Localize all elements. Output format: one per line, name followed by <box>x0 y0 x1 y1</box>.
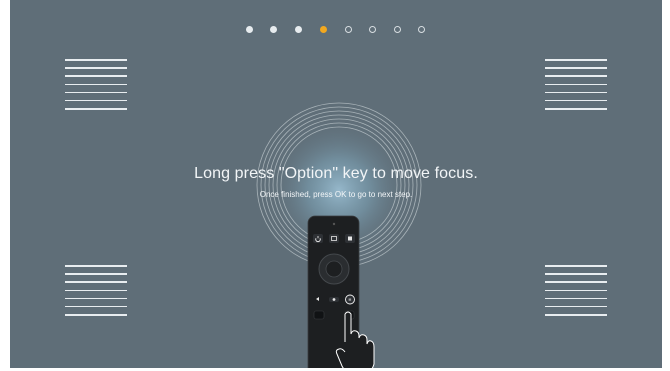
input-icon <box>329 234 339 243</box>
power-icon <box>313 234 323 243</box>
step-dot-7 <box>394 26 401 33</box>
step-dot-8 <box>418 26 425 33</box>
decor-lines-bottom-right <box>545 265 607 322</box>
step-dot-5 <box>345 26 352 33</box>
step-dot-4-current <box>320 26 327 33</box>
step-progress-indicator <box>10 26 662 36</box>
option-icon: ≡ <box>345 294 355 305</box>
instruction-subline: Once finished, press OK to go to next st… <box>259 190 413 199</box>
setup-screen: Long press "Option" key to move focus. O… <box>10 0 662 368</box>
decor-lines-top-left <box>65 59 127 116</box>
instruction-headline: Long press "Option" key to move focus. <box>194 165 478 182</box>
step-dot-6 <box>369 26 376 33</box>
step-dot-1 <box>246 26 253 33</box>
home-icon <box>329 297 339 302</box>
decor-lines-bottom-left <box>65 265 127 322</box>
svg-text:≡: ≡ <box>349 298 352 304</box>
ok-ring-icon <box>318 253 350 285</box>
decor-lines-top-right <box>545 59 607 116</box>
remote-control-illustration: ≡ <box>307 215 375 368</box>
step-dot-3 <box>295 26 302 33</box>
step-dot-2 <box>270 26 277 33</box>
settings-icon <box>345 234 355 243</box>
